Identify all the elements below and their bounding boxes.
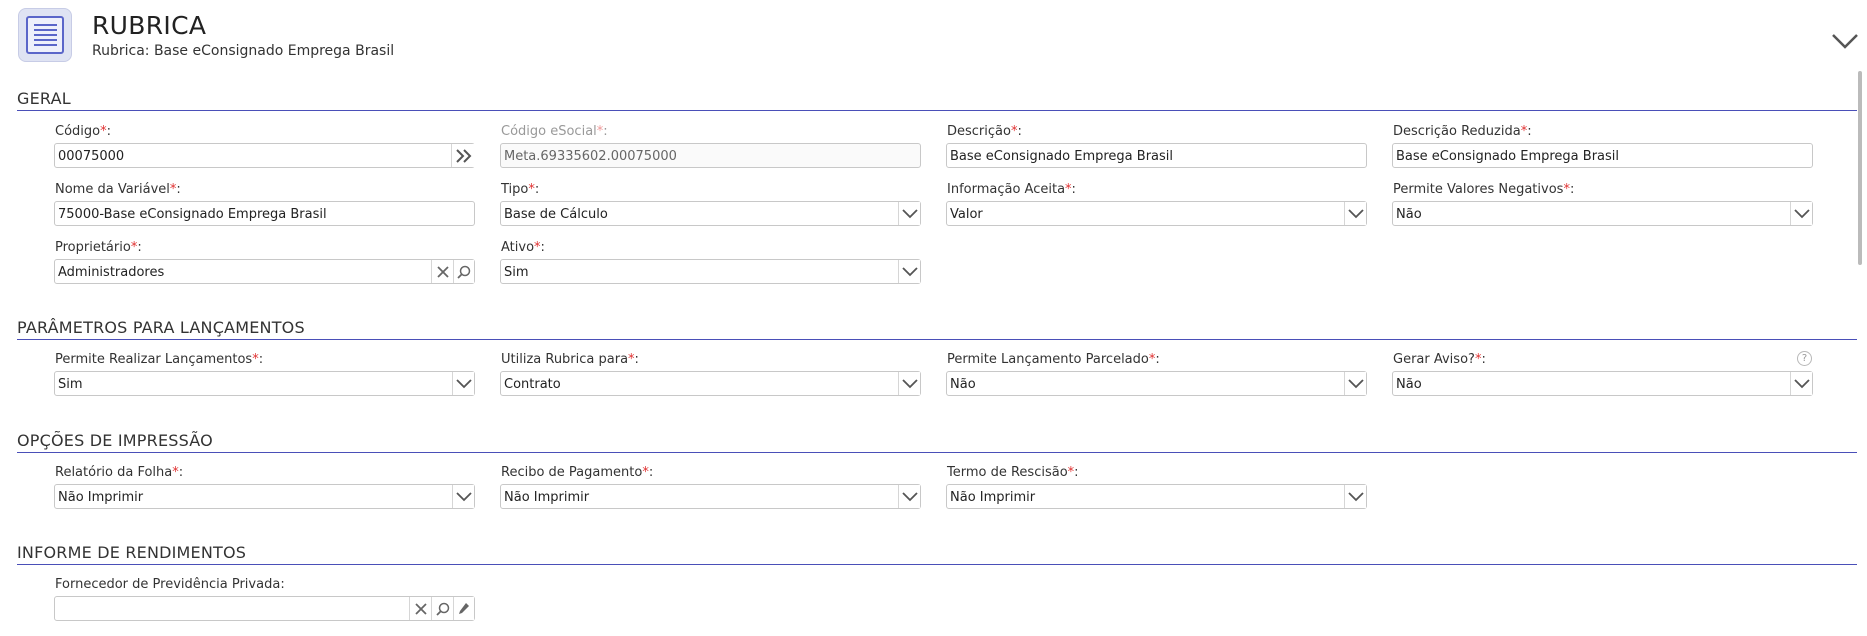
page-title: RUBRICA xyxy=(92,11,207,40)
chevron-down-icon[interactable] xyxy=(452,372,474,395)
nome-variavel-label: Nome da Variável*: xyxy=(55,182,181,197)
gerar-aviso-label: Gerar Aviso?*: xyxy=(1393,352,1486,367)
chevron-down-icon[interactable] xyxy=(1790,202,1812,225)
codigo-esocial-label: Código eSocial*: xyxy=(501,124,608,139)
section-parametros-title: PARÂMETROS PARA LANÇAMENTOS xyxy=(17,318,305,337)
chevron-down-icon[interactable] xyxy=(1830,30,1860,52)
termo-rescisao-select[interactable]: Não Imprimir xyxy=(946,484,1367,509)
chevron-down-icon[interactable] xyxy=(452,485,474,508)
search-icon[interactable] xyxy=(453,260,474,283)
chevron-down-icon[interactable] xyxy=(1344,485,1366,508)
nome-variavel-field[interactable]: 75000-Base eConsignado Emprega Brasil xyxy=(54,201,475,226)
chevron-down-icon[interactable] xyxy=(1790,372,1812,395)
proprietario-field[interactable]: Administradores xyxy=(54,259,475,284)
descricao-label: Descrição*: xyxy=(947,124,1022,139)
section-divider xyxy=(17,452,1857,453)
termo-rescisao-label: Termo de Rescisão*: xyxy=(947,465,1079,480)
recibo-pagamento-label: Recibo de Pagamento*: xyxy=(501,465,654,480)
chevron-down-icon[interactable] xyxy=(1344,202,1366,225)
relatorio-folha-select[interactable]: Não Imprimir xyxy=(54,484,475,509)
chevron-down-icon[interactable] xyxy=(898,485,920,508)
permite-realizar-lancamentos-label: Permite Realizar Lançamentos*: xyxy=(55,352,264,367)
section-informe-title: INFORME DE RENDIMENTOS xyxy=(17,543,247,562)
utiliza-rubrica-para-select[interactable]: Contrato xyxy=(500,371,921,396)
utiliza-rubrica-para-label: Utiliza Rubrica para*: xyxy=(501,352,639,367)
recibo-pagamento-select[interactable]: Não Imprimir xyxy=(500,484,921,509)
section-divider xyxy=(17,564,1857,565)
scrollbar[interactable] xyxy=(1858,71,1862,265)
permite-realizar-lancamentos-select[interactable]: Sim xyxy=(54,371,475,396)
chevron-down-icon[interactable] xyxy=(898,372,920,395)
section-divider xyxy=(17,339,1857,340)
tipo-label: Tipo*: xyxy=(501,182,540,197)
codigo-field[interactable]: 00075000 xyxy=(54,143,475,168)
clear-icon[interactable] xyxy=(409,597,431,620)
informacao-aceita-label: Informação Aceita*: xyxy=(947,182,1076,197)
permite-valores-negativos-label: Permite Valores Negativos*: xyxy=(1393,182,1575,197)
permite-lancamento-parcelado-select[interactable]: Não xyxy=(946,371,1367,396)
relatorio-folha-label: Relatório da Folha*: xyxy=(55,465,184,480)
clear-icon[interactable] xyxy=(431,260,453,283)
rubrica-list-icon xyxy=(18,8,72,62)
section-opcoes-title: OPÇÕES DE IMPRESSÃO xyxy=(17,431,213,450)
permite-valores-negativos-select[interactable]: Não xyxy=(1392,201,1813,226)
fornecedor-previdencia-label: Fornecedor de Previdência Privada: xyxy=(55,577,285,592)
codigo-label: Código*: xyxy=(55,124,111,139)
permite-lancamento-parcelado-label: Permite Lançamento Parcelado*: xyxy=(947,352,1160,367)
proprietario-label: Proprietário*: xyxy=(55,240,142,255)
search-icon[interactable] xyxy=(431,597,453,620)
ativo-select[interactable]: Sim xyxy=(500,259,921,284)
edit-pencil-icon[interactable] xyxy=(453,597,474,620)
chevron-down-icon[interactable] xyxy=(898,260,920,283)
chevron-down-icon[interactable] xyxy=(1344,372,1366,395)
chevron-down-icon[interactable] xyxy=(898,202,920,225)
help-icon[interactable]: ? xyxy=(1797,351,1812,366)
descricao-reduzida-label: Descrição Reduzida*: xyxy=(1393,124,1532,139)
informacao-aceita-select[interactable]: Valor xyxy=(946,201,1367,226)
fornecedor-previdencia-field[interactable] xyxy=(54,596,475,621)
tipo-select[interactable]: Base de Cálculo xyxy=(500,201,921,226)
section-divider xyxy=(17,110,1857,111)
page-subtitle: Rubrica: Base eConsignado Emprega Brasil xyxy=(92,43,395,59)
descricao-field[interactable]: Base eConsignado Emprega Brasil xyxy=(946,143,1367,168)
section-geral-title: GERAL xyxy=(17,89,71,108)
gerar-aviso-select[interactable]: Não xyxy=(1392,371,1813,396)
page-header: RUBRICA Rubrica: Base eConsignado Empreg… xyxy=(0,0,1867,66)
descricao-reduzida-field[interactable]: Base eConsignado Emprega Brasil xyxy=(1392,143,1813,168)
codigo-esocial-field: Meta.69335602.00075000 xyxy=(500,143,921,168)
navigate-icon[interactable] xyxy=(451,144,475,167)
ativo-label: Ativo*: xyxy=(501,240,545,255)
